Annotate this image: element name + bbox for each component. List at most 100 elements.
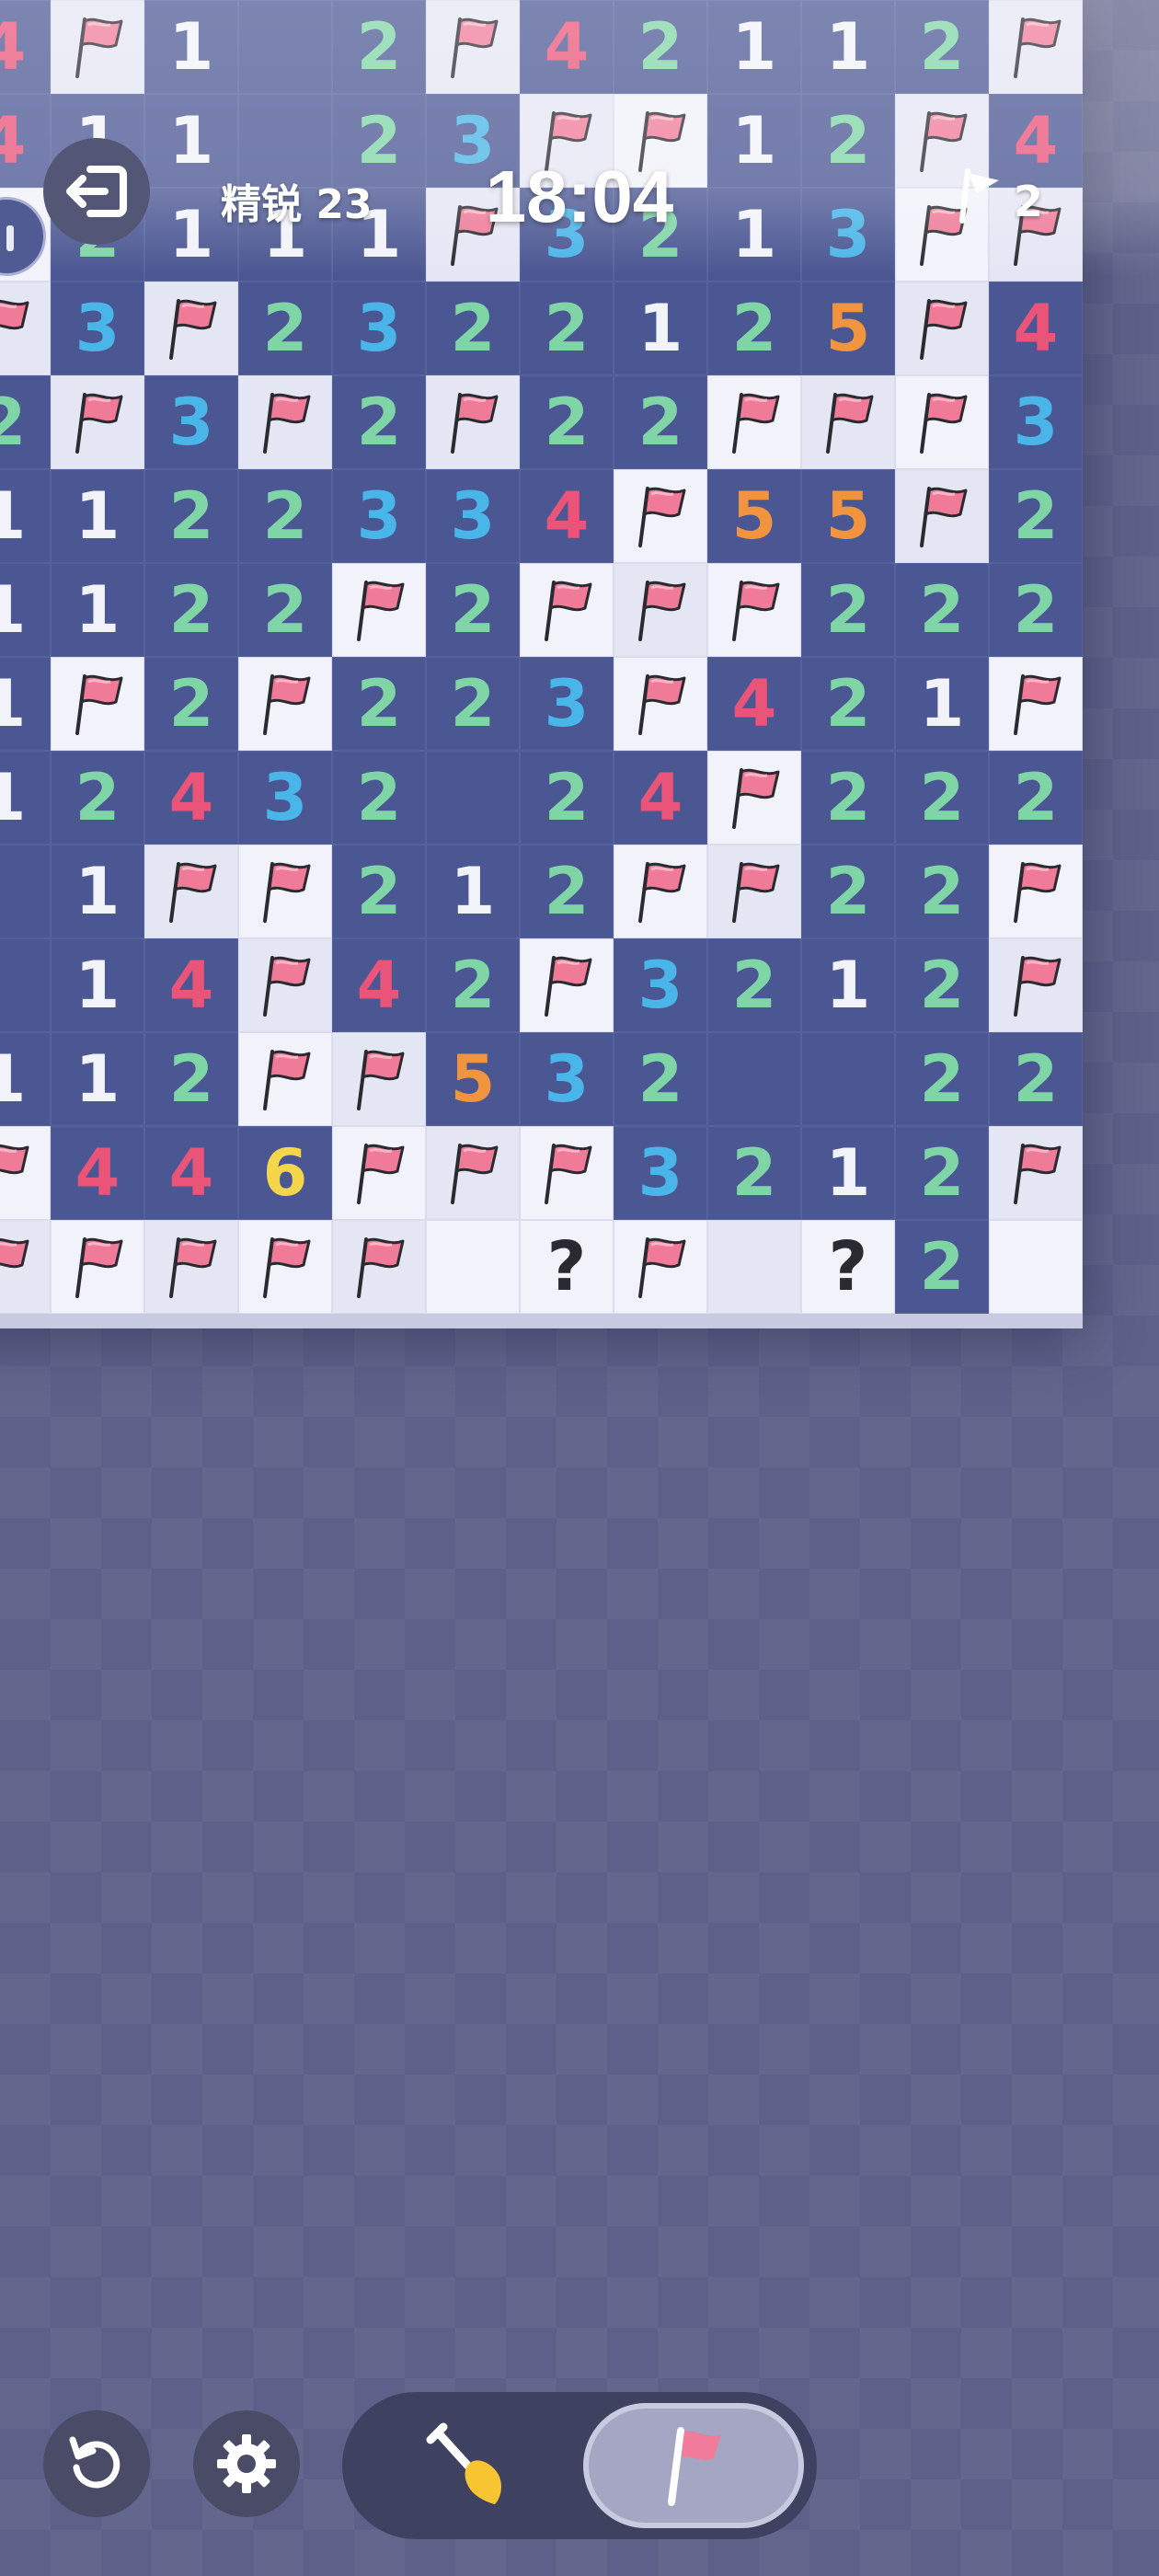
flagged-cell[interactable]: [426, 0, 520, 94]
number-cell[interactable]: 2: [144, 469, 238, 563]
flagged-cell[interactable]: [238, 938, 332, 1032]
number-cell[interactable]: 2: [144, 657, 238, 751]
flagged-cell[interactable]: [51, 0, 144, 94]
number-cell[interactable]: 4: [520, 0, 614, 94]
number-cell[interactable]: 2: [895, 751, 989, 845]
number-cell[interactable]: 2: [426, 563, 520, 657]
flagged-cell[interactable]: [520, 563, 614, 657]
number-cell[interactable]: 2: [801, 657, 895, 751]
flagged-cell[interactable]: [51, 657, 144, 751]
number-cell[interactable]: 2: [520, 282, 614, 375]
number-cell[interactable]: 2: [707, 938, 801, 1032]
number-cell[interactable]: 1: [51, 938, 144, 1032]
number-cell[interactable]: 2: [0, 375, 51, 469]
number-cell[interactable]: 2: [895, 1032, 989, 1126]
number-cell[interactable]: 4: [332, 938, 426, 1032]
number-cell[interactable]: 1: [426, 845, 520, 938]
number-cell[interactable]: 2: [614, 1032, 707, 1126]
number-cell[interactable]: 5: [801, 282, 895, 375]
empty-cell[interactable]: [0, 845, 51, 938]
number-cell[interactable]: 4: [51, 1126, 144, 1220]
empty-cell[interactable]: [707, 1032, 801, 1126]
number-cell[interactable]: 3: [332, 282, 426, 375]
covered-cell[interactable]: [707, 1220, 801, 1314]
number-cell[interactable]: 4: [989, 282, 1083, 375]
number-cell[interactable]: 3: [51, 282, 144, 375]
number-cell[interactable]: 1: [0, 563, 51, 657]
number-cell[interactable]: 2: [426, 282, 520, 375]
flagged-cell[interactable]: [332, 1032, 426, 1126]
number-cell[interactable]: 3: [332, 469, 426, 563]
number-cell[interactable]: 1: [0, 657, 51, 751]
flagged-cell[interactable]: [989, 1126, 1083, 1220]
number-cell[interactable]: 1: [614, 282, 707, 375]
number-cell[interactable]: 2: [144, 1032, 238, 1126]
flagged-cell[interactable]: [614, 469, 707, 563]
number-cell[interactable]: 5: [801, 469, 895, 563]
number-cell[interactable]: 2: [707, 1126, 801, 1220]
flagged-cell[interactable]: [989, 0, 1083, 94]
number-cell[interactable]: 4: [0, 0, 51, 94]
number-cell[interactable]: 2: [801, 563, 895, 657]
flagged-cell[interactable]: [707, 563, 801, 657]
number-cell[interactable]: 4: [520, 469, 614, 563]
flagged-cell[interactable]: [989, 657, 1083, 751]
flagged-cell[interactable]: [332, 1220, 426, 1314]
number-cell[interactable]: 2: [895, 845, 989, 938]
flagged-cell[interactable]: [895, 469, 989, 563]
number-cell[interactable]: 3: [989, 375, 1083, 469]
settings-button[interactable]: [193, 2410, 300, 2517]
number-cell[interactable]: 3: [520, 1032, 614, 1126]
restart-button[interactable]: [43, 2410, 150, 2517]
number-cell[interactable]: 3: [614, 938, 707, 1032]
flagged-cell[interactable]: [0, 1126, 51, 1220]
flagged-cell[interactable]: [895, 282, 989, 375]
covered-cell[interactable]: [989, 1220, 1083, 1314]
flagged-cell[interactable]: [801, 375, 895, 469]
flagged-cell[interactable]: [707, 845, 801, 938]
number-cell[interactable]: 1: [801, 938, 895, 1032]
number-cell[interactable]: 2: [989, 751, 1083, 845]
number-cell[interactable]: 2: [895, 938, 989, 1032]
flagged-cell[interactable]: [51, 375, 144, 469]
flagged-cell[interactable]: [332, 1126, 426, 1220]
flagged-cell[interactable]: [238, 375, 332, 469]
number-cell[interactable]: 4: [144, 751, 238, 845]
number-cell[interactable]: 2: [332, 375, 426, 469]
dig-mode-button[interactable]: [368, 2403, 570, 2528]
number-cell[interactable]: 2: [238, 282, 332, 375]
number-cell[interactable]: 1: [707, 94, 801, 188]
flagged-cell[interactable]: [51, 1220, 144, 1314]
flagged-cell[interactable]: [238, 657, 332, 751]
covered-cell[interactable]: [426, 1220, 520, 1314]
number-cell[interactable]: 1: [51, 1032, 144, 1126]
number-cell[interactable]: 2: [426, 657, 520, 751]
flagged-cell[interactable]: [707, 751, 801, 845]
number-cell[interactable]: 5: [707, 469, 801, 563]
number-cell[interactable]: 2: [51, 751, 144, 845]
flagged-cell[interactable]: [989, 938, 1083, 1032]
flagged-cell[interactable]: [238, 1220, 332, 1314]
flagged-cell[interactable]: [520, 1126, 614, 1220]
number-cell[interactable]: 2: [801, 94, 895, 188]
flag-mode-button[interactable]: [583, 2403, 804, 2528]
number-cell[interactable]: 1: [0, 469, 51, 563]
empty-cell[interactable]: [238, 0, 332, 94]
number-cell[interactable]: 2: [332, 845, 426, 938]
number-cell[interactable]: 2: [989, 1032, 1083, 1126]
number-cell[interactable]: 6: [238, 1126, 332, 1220]
number-cell[interactable]: 2: [707, 282, 801, 375]
number-cell[interactable]: 2: [989, 563, 1083, 657]
flagged-cell[interactable]: [614, 563, 707, 657]
number-cell[interactable]: 2: [895, 1126, 989, 1220]
number-cell[interactable]: 2: [520, 375, 614, 469]
question-cell[interactable]: ?: [520, 1220, 614, 1314]
empty-cell[interactable]: [426, 751, 520, 845]
flagged-cell[interactable]: [614, 1220, 707, 1314]
number-cell[interactable]: 3: [144, 375, 238, 469]
flagged-cell[interactable]: [895, 375, 989, 469]
number-cell[interactable]: 2: [801, 845, 895, 938]
number-cell[interactable]: 3: [801, 188, 895, 282]
empty-cell[interactable]: [801, 1032, 895, 1126]
number-cell[interactable]: 2: [332, 751, 426, 845]
